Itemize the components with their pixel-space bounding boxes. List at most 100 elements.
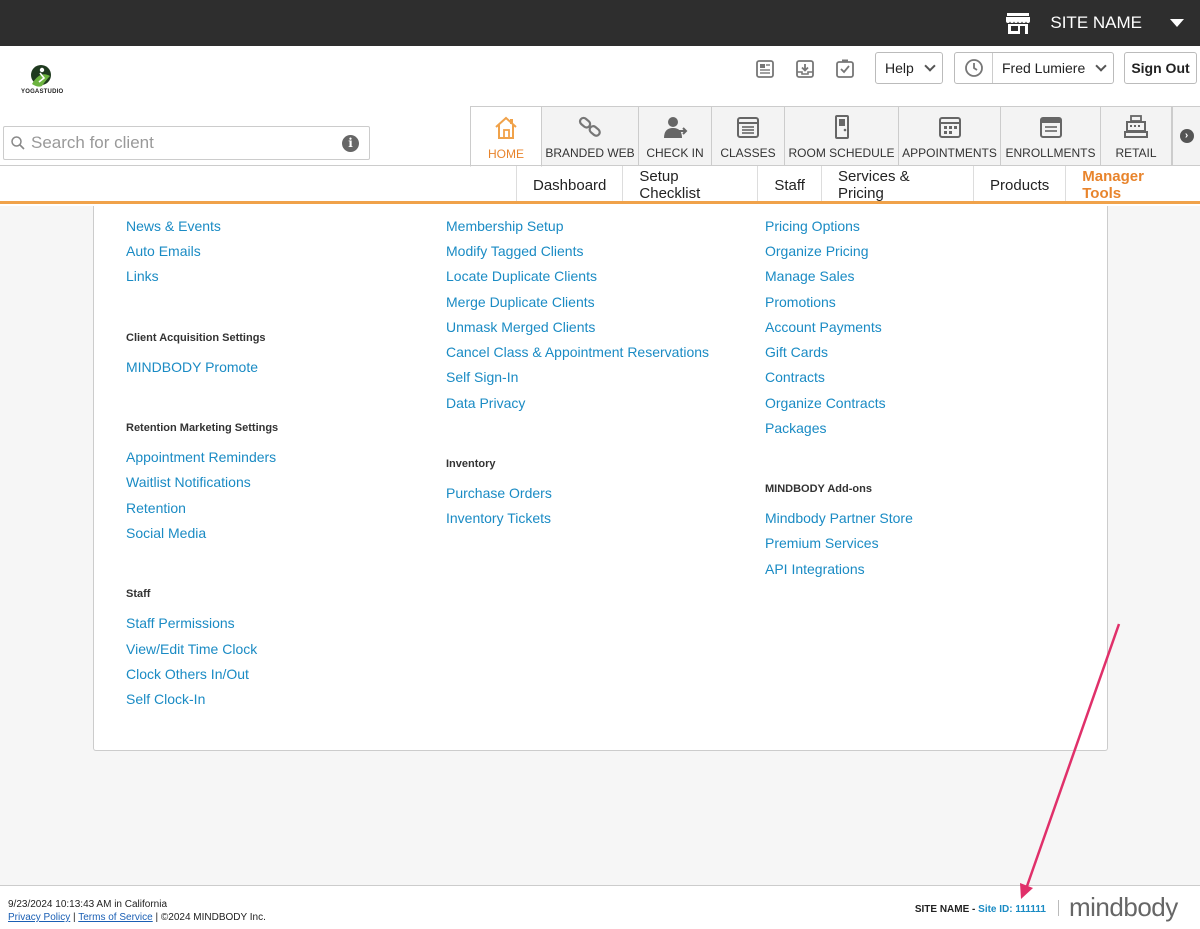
link-retention[interactable]: Retention: [126, 500, 186, 516]
link-api-integrations[interactable]: API Integrations: [765, 561, 865, 577]
separator: |: [155, 912, 159, 923]
footer-links: Privacy Policy | Terms of Service | ©202…: [8, 912, 266, 923]
main-nav-tabs: HOME BRANDED WEB CHECK IN CLASSES ROOM S…: [470, 106, 1172, 167]
link-modify-tagged-clients[interactable]: Modify Tagged Clients: [446, 243, 583, 259]
tab-appointments[interactable]: APPOINTMENTS: [899, 106, 1001, 166]
copyright: ©2024 MINDBODY Inc.: [160, 912, 266, 923]
link-premium-services[interactable]: Premium Services: [765, 535, 879, 551]
link-merge-duplicate-clients[interactable]: Merge Duplicate Clients: [446, 294, 595, 310]
link-waitlist-notifications[interactable]: Waitlist Notifications: [126, 474, 251, 490]
tab-room-schedule[interactable]: ROOM SCHEDULE: [785, 106, 899, 166]
footer-site-id: Site ID: 111111: [978, 904, 1046, 915]
link-cancel-reservations[interactable]: Cancel Class & Appointment Reservations: [446, 344, 709, 360]
link-clock-others[interactable]: Clock Others In/Out: [126, 666, 249, 682]
tab-label: RETAIL: [1115, 146, 1157, 160]
tab-enrollments[interactable]: ENROLLMENTS: [1001, 106, 1101, 166]
footer: 9/23/2024 10:13:43 AM in California Priv…: [0, 885, 1200, 929]
clock-button[interactable]: [955, 53, 993, 83]
terms-of-service-link[interactable]: Terms of Service: [78, 912, 152, 923]
subnav-setup-checklist[interactable]: Setup Checklist: [622, 166, 757, 204]
manager-tools-panel: News & Events Auto Emails Links Client A…: [93, 206, 1108, 751]
link-data-privacy[interactable]: Data Privacy: [446, 395, 525, 411]
store-icon: [1006, 13, 1031, 34]
user-dropdown[interactable]: Fred Lumiere: [954, 52, 1114, 84]
mindbody-logo: mindbody: [1069, 892, 1178, 922]
link-view-edit-time-clock[interactable]: View/Edit Time Clock: [126, 641, 257, 657]
home-icon: [495, 116, 517, 139]
link-organize-contracts[interactable]: Organize Contracts: [765, 395, 886, 411]
link-unmask-merged-clients[interactable]: Unmask Merged Clients: [446, 319, 595, 335]
tab-retail[interactable]: RETAIL: [1101, 106, 1172, 166]
link-gift-cards[interactable]: Gift Cards: [765, 344, 828, 360]
link-links[interactable]: Links: [126, 268, 159, 284]
subnav-staff[interactable]: Staff: [757, 166, 821, 204]
link-news-events[interactable]: News & Events: [126, 218, 221, 234]
link-membership-setup[interactable]: Membership Setup: [446, 218, 564, 234]
link-locate-duplicate-clients[interactable]: Locate Duplicate Clients: [446, 268, 597, 284]
link-self-sign-in[interactable]: Self Sign-In: [446, 369, 518, 385]
link-purchase-orders[interactable]: Purchase Orders: [446, 485, 552, 501]
link-mindbody-promote[interactable]: MINDBODY Promote: [126, 359, 258, 375]
sign-out-button[interactable]: Sign Out: [1124, 52, 1197, 84]
active-nav-underline: [0, 201, 1200, 204]
chevron-down-icon: [924, 60, 936, 72]
calendar-grid-icon: [938, 117, 961, 138]
checklist-icon[interactable]: [835, 59, 855, 79]
tab-classes[interactable]: CLASSES: [712, 106, 785, 166]
chevron-right-icon: ›: [1179, 129, 1194, 143]
user-check-in-icon: [664, 117, 688, 138]
subnav-dashboard[interactable]: Dashboard: [516, 166, 622, 204]
tab-home[interactable]: HOME: [470, 106, 542, 167]
link-promotions[interactable]: Promotions: [765, 294, 836, 310]
tab-check-in[interactable]: CHECK IN: [639, 106, 712, 166]
tab-label: BRANDED WEB: [545, 146, 635, 160]
link-auto-emails[interactable]: Auto Emails: [126, 243, 201, 259]
newspaper-icon[interactable]: [755, 59, 775, 79]
caret-down-icon: [1170, 19, 1184, 27]
sub-nav: Dashboard Setup Checklist Staff Services…: [0, 166, 1200, 204]
help-label: Help: [885, 60, 914, 76]
link-appointment-reminders[interactable]: Appointment Reminders: [126, 449, 276, 465]
tab-label: HOME: [488, 147, 524, 161]
link-inventory-tickets[interactable]: Inventory Tickets: [446, 510, 551, 526]
yoga-studio-logo: [31, 65, 51, 87]
link-packages[interactable]: Packages: [765, 420, 826, 436]
section-heading: Staff: [126, 588, 151, 600]
clock-icon: [964, 59, 983, 77]
link-self-clock-in[interactable]: Self Clock-In: [126, 691, 205, 707]
search-input[interactable]: [31, 131, 331, 155]
site-switcher[interactable]: SITE NAME: [1006, 0, 1184, 46]
section-heading: MINDBODY Add-ons: [765, 483, 872, 495]
calendar-icon: [737, 117, 759, 138]
help-dropdown[interactable]: Help: [875, 52, 943, 84]
door-icon: [834, 115, 849, 139]
footer-site-name: SITE NAME: [914, 904, 970, 915]
link-manage-sales[interactable]: Manage Sales: [765, 268, 855, 284]
tab-label: ENROLLMENTS: [1005, 146, 1096, 160]
tab-branded-web[interactable]: BRANDED WEB: [542, 106, 639, 166]
link-account-payments[interactable]: Account Payments: [765, 319, 882, 335]
subnav-manager-tools[interactable]: Manager Tools: [1065, 166, 1200, 204]
link-staff-permissions[interactable]: Staff Permissions: [126, 615, 235, 631]
info-icon[interactable]: i: [342, 135, 359, 152]
privacy-policy-link[interactable]: Privacy Policy: [8, 912, 70, 923]
link-organize-pricing[interactable]: Organize Pricing: [765, 243, 869, 259]
chain-link-icon: [578, 116, 601, 137]
tabs-scroll-right[interactable]: ›: [1172, 106, 1200, 166]
link-pricing-options[interactable]: Pricing Options: [765, 218, 860, 234]
site-name: SITE NAME: [1050, 13, 1142, 32]
footer-divider: [1058, 900, 1059, 916]
link-partner-store[interactable]: Mindbody Partner Store: [765, 510, 913, 526]
header: YOGASTUDIO Help Fred Lumiere Sign Out Se…: [0, 46, 1200, 206]
search-icon: [11, 136, 25, 150]
footer-site-info: SITE NAME - Site ID: 111111: [915, 904, 1046, 915]
subnav-products[interactable]: Products: [973, 166, 1065, 204]
top-bar: SITE NAME: [0, 0, 1200, 46]
link-social-media[interactable]: Social Media: [126, 525, 206, 541]
link-contracts[interactable]: Contracts: [765, 369, 825, 385]
section-heading: Retention Marketing Settings: [126, 422, 279, 434]
subnav-services-pricing[interactable]: Services & Pricing: [820, 166, 973, 204]
tab-label: CLASSES: [720, 146, 776, 160]
tab-label: CHECK IN: [646, 146, 704, 160]
inbox-download-icon[interactable]: [795, 59, 815, 79]
